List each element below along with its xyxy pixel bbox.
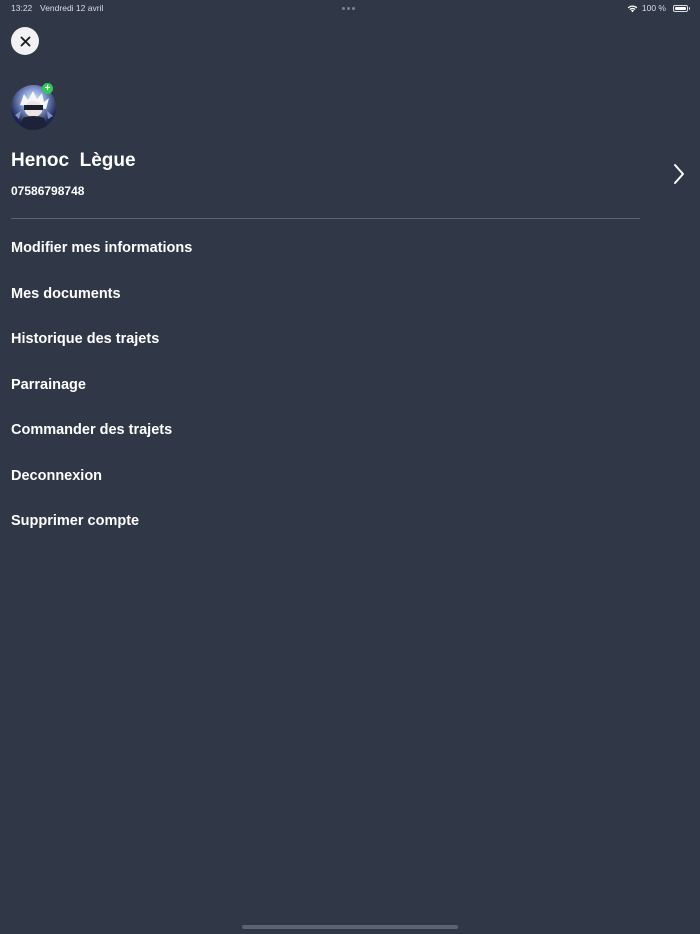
account-menu: Modifier mes informations Mes documents … (11, 238, 640, 557)
status-bar: 13:22 Vendredi 12 avril 100 % (0, 0, 700, 18)
profile-phone: 07586798748 (11, 184, 85, 198)
wifi-icon (627, 4, 638, 12)
menu-item-documents[interactable]: Mes documents (11, 284, 640, 330)
status-indicators: 100 % (627, 3, 690, 13)
battery-icon (673, 4, 690, 12)
menu-item-edit-info[interactable]: Modifier mes informations (11, 238, 640, 284)
add-photo-badge[interactable]: + (42, 83, 53, 94)
chevron-right-icon[interactable] (672, 163, 686, 185)
menu-item-order-trips[interactable]: Commander des trajets (11, 420, 640, 466)
battery-percentage: 100 % (641, 3, 666, 13)
home-indicator[interactable] (242, 925, 458, 929)
menu-item-logout[interactable]: Deconnexion (11, 466, 640, 512)
multitasking-dots-icon[interactable] (342, 7, 355, 10)
profile-name: Henoc Lègue (11, 150, 136, 171)
status-time: 13:22 (11, 3, 33, 13)
menu-item-referral[interactable]: Parrainage (11, 375, 640, 421)
divider (11, 218, 640, 219)
account-screen: 13:22 Vendredi 12 avril 100 % + Henoc Lè… (0, 0, 700, 934)
profile-header[interactable]: Henoc Lègue 07586798748 (11, 150, 651, 200)
close-icon (20, 36, 30, 46)
menu-item-trip-history[interactable]: Historique des trajets (11, 329, 640, 375)
menu-item-delete-account[interactable]: Supprimer compte (11, 511, 640, 557)
close-button[interactable] (11, 27, 39, 55)
status-date: Vendredi 12 avril (40, 3, 104, 13)
